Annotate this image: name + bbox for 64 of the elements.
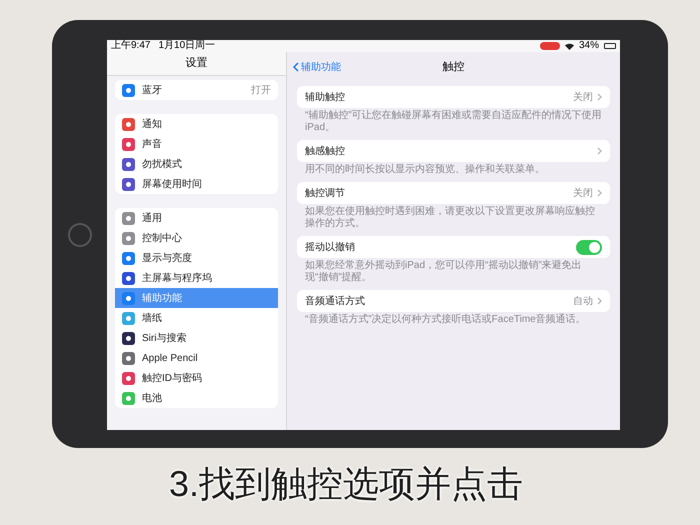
battery-icon [604, 43, 616, 49]
settings-link-row[interactable]: 辅助触控 关闭 [297, 86, 610, 108]
row-value: 关闭 [573, 90, 593, 104]
item-label: 电池 [142, 392, 163, 406]
row-footnote: “辅助触控”可让您在触碰屏幕有困难或需要自适应配件的情况下使用 iPad。 [304, 110, 603, 134]
settings-item[interactable]: 墙纸 [115, 308, 278, 328]
settings-link-row[interactable]: 触控调节 关闭 [297, 182, 610, 204]
row-footnote: 如果您在使用触控时遇到困难，请更改以下设置更改屏幕响应触控操作的方式。 [304, 206, 596, 230]
status-date: 1月10日周一 [158, 41, 216, 51]
settings-item[interactable]: 电池 [115, 388, 278, 408]
sidebar-title: 设置 [186, 56, 208, 72]
item-label: 辅助功能 [142, 292, 183, 306]
settings-item[interactable]: 触控ID与密码 [115, 368, 278, 388]
row-label: 触控调节 [305, 186, 346, 200]
chevron-right-icon [597, 93, 602, 101]
row-value: 自动 [573, 294, 593, 308]
item-value: 打开 [251, 84, 271, 98]
battery-level: 34% [578, 41, 599, 51]
row-footnote: “音频通话方式”决定以何种方式接听电话或FaceTime音频通话。 [304, 314, 587, 326]
row-label: 音频通话方式 [305, 294, 366, 308]
home-button[interactable] [68, 223, 92, 247]
item-label: 控制中心 [142, 232, 183, 246]
row-label: 摇动以撤销 [305, 240, 356, 254]
settings-item[interactable]: Siri与搜索 [115, 328, 278, 348]
settings-link-row[interactable]: 触感触控 [297, 140, 610, 162]
row-label: 触感触控 [305, 144, 346, 158]
settings-item[interactable]: Apple Pencil [115, 348, 278, 368]
row-label: 辅助触控 [305, 90, 346, 104]
row-footnote: 用不同的时间长按以显示内容预览、操作和关联菜单。 [304, 164, 546, 176]
settings-item[interactable]: 勿扰模式 [115, 154, 278, 174]
chevron-left-icon [293, 62, 299, 72]
back-button[interactable]: 辅助功能 [293, 60, 341, 74]
detail-title: 触控 [442, 60, 464, 75]
settings-item[interactable]: 声音 [115, 134, 278, 154]
chevron-right-icon [597, 147, 602, 155]
item-label: 蓝牙 [142, 84, 163, 98]
settings-link-row[interactable]: 音频通话方式 自动 [297, 290, 610, 312]
item-label: 屏幕使用时间 [142, 178, 203, 192]
row-value: 关闭 [573, 186, 593, 200]
item-label: 显示与亮度 [142, 252, 193, 266]
settings-item[interactable]: 通用 [115, 208, 278, 228]
item-label: Apple Pencil [142, 352, 199, 366]
settings-item[interactable]: 主屏幕与程序坞 [115, 268, 278, 288]
item-label: 主屏幕与程序坞 [142, 272, 213, 286]
status-time: 上午9:47 [111, 41, 150, 51]
settings-item[interactable]: 蓝牙 打开 [115, 80, 278, 100]
chevron-right-icon [597, 297, 602, 305]
settings-item[interactable]: 显示与亮度 [115, 248, 278, 268]
settings-item[interactable]: 通知 [115, 114, 278, 134]
settings-item[interactable]: 屏幕使用时间 [115, 174, 278, 194]
item-label: 通知 [142, 118, 163, 132]
settings-item[interactable]: 控制中心 [115, 228, 278, 248]
item-label: 通用 [142, 212, 163, 226]
settings-row[interactable]: 摇动以撤销 [297, 236, 610, 258]
toggle-switch[interactable] [576, 240, 602, 254]
item-label: 声音 [142, 138, 163, 152]
item-label: 触控ID与密码 [142, 372, 203, 386]
item-label: 勿扰模式 [142, 158, 183, 172]
item-label: Siri与搜索 [142, 332, 188, 346]
row-footnote: 如果您经常意外摇动到iPad，您可以停用“摇动以撤销”来避免出现“撤销”提醒。 [304, 260, 583, 284]
wifi-icon [564, 42, 574, 50]
caption: 3.找到触控选项并点击 [168, 462, 524, 506]
chevron-right-icon [597, 189, 602, 197]
item-label: 墙纸 [142, 312, 163, 326]
